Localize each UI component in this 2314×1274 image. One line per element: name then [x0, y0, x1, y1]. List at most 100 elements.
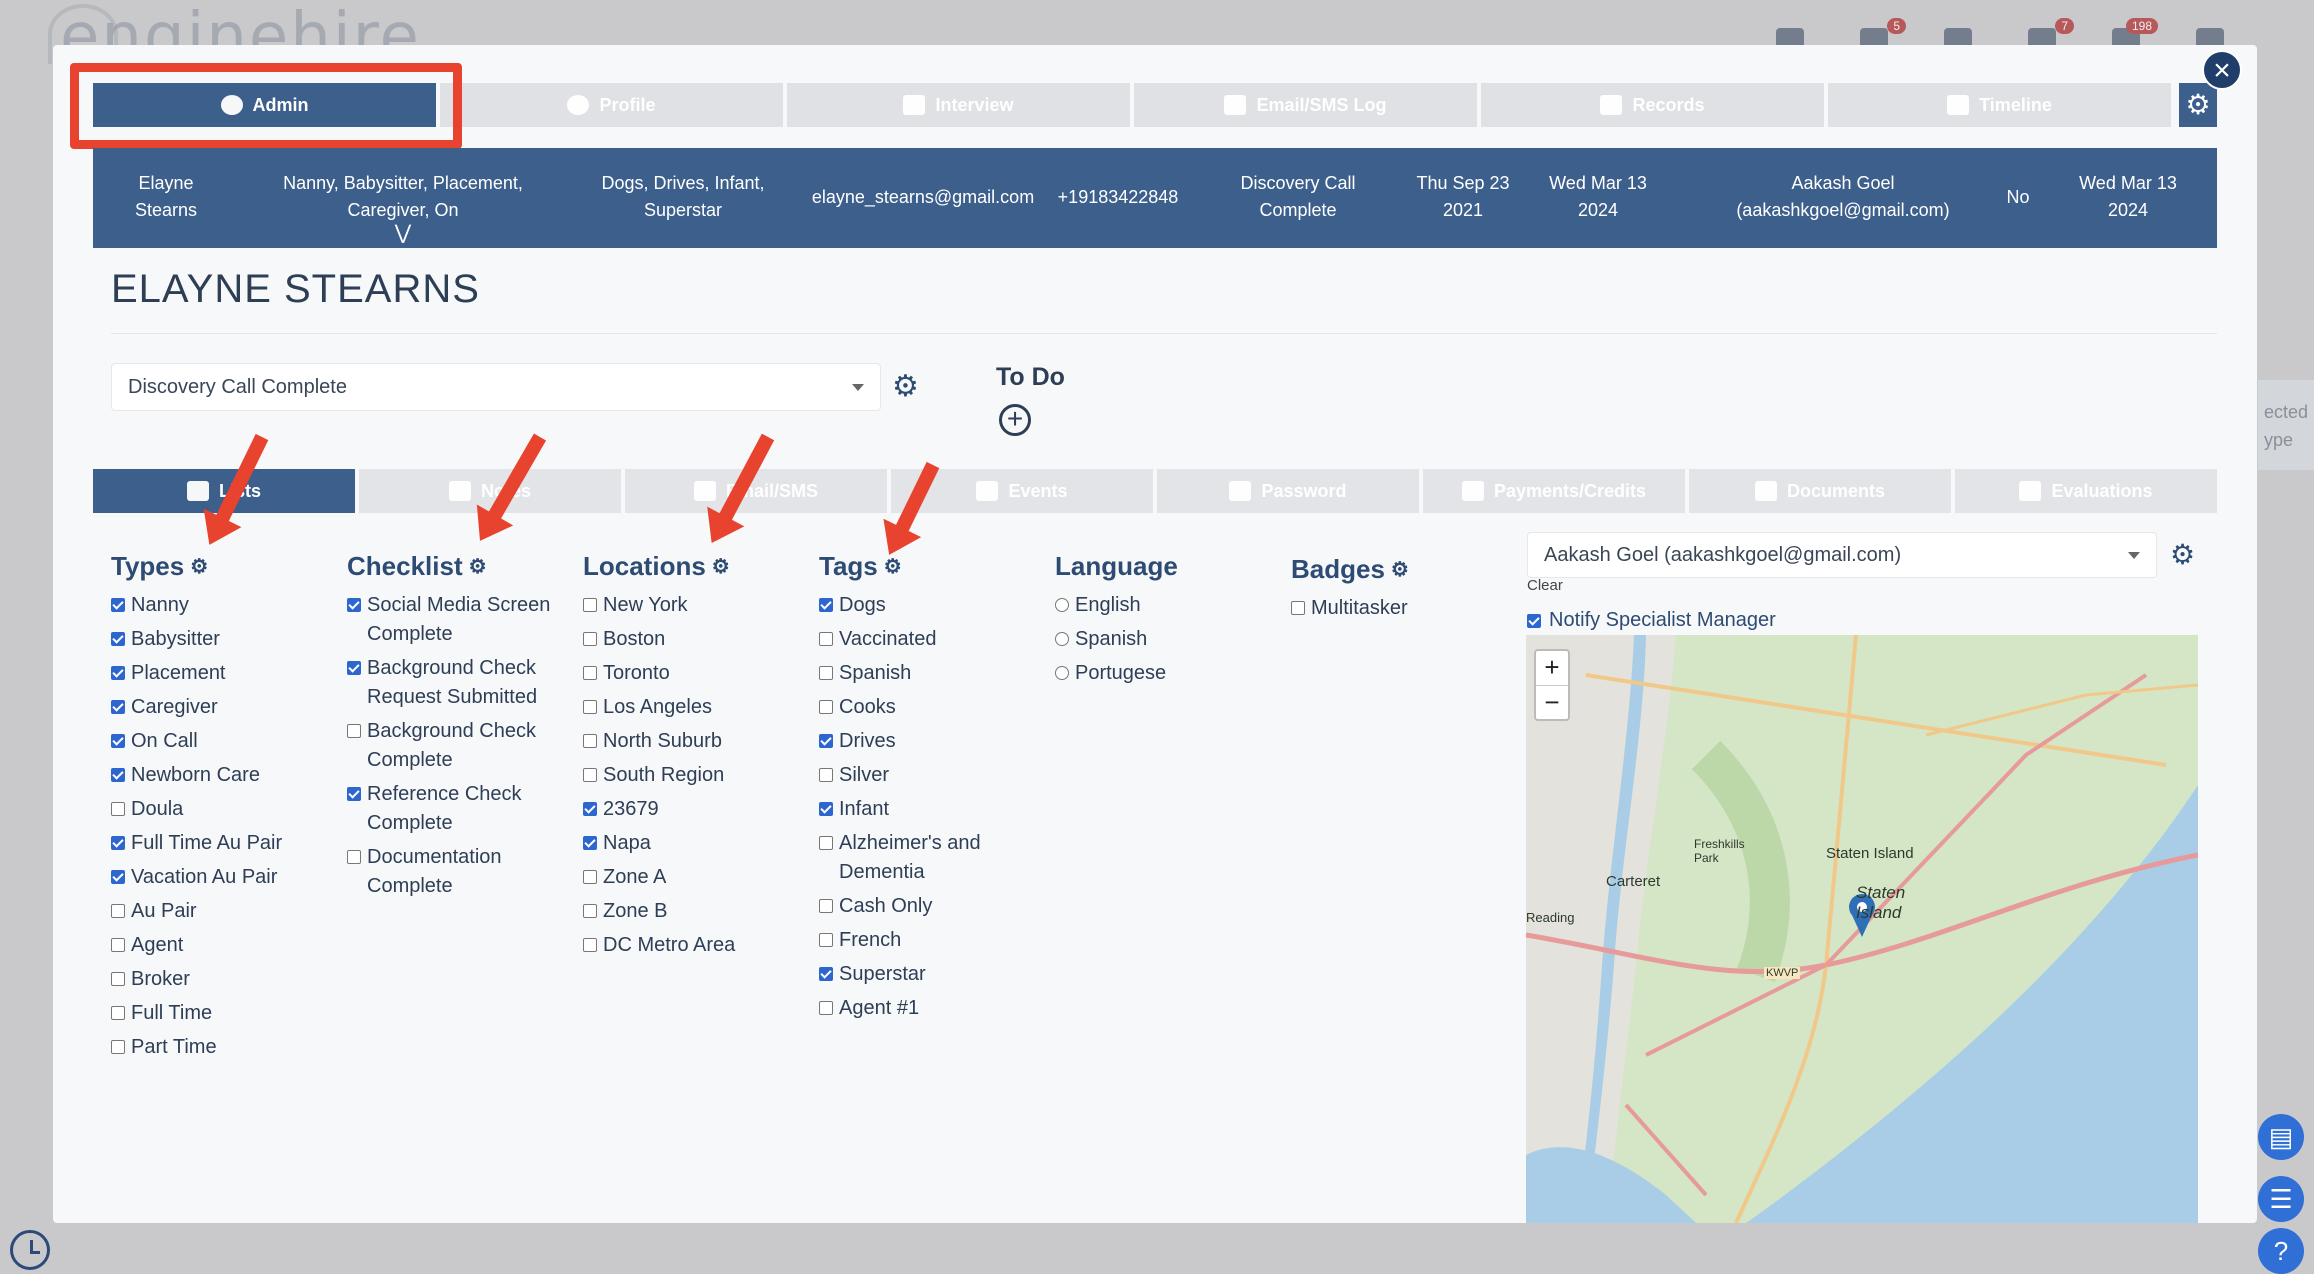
checkbox[interactable] [111, 904, 125, 918]
radio-button[interactable] [1055, 666, 1069, 680]
checkbox[interactable] [111, 598, 125, 612]
locations-item[interactable]: DC Metro Area [583, 931, 793, 960]
checkbox[interactable] [111, 802, 125, 816]
checkbox[interactable] [111, 870, 125, 884]
tags-item[interactable]: Alzheimer's and Dementia [819, 829, 1019, 887]
checkbox[interactable] [583, 734, 597, 748]
checkbox[interactable] [583, 598, 597, 612]
types-item[interactable]: Agent [111, 931, 321, 960]
tags-item[interactable]: Spanish [819, 659, 1019, 688]
types-item[interactable]: Broker [111, 965, 321, 994]
tab-interview[interactable]: Interview [787, 83, 1130, 127]
locations-item[interactable]: South Region [583, 761, 793, 790]
types-item[interactable]: Placement [111, 659, 321, 688]
language-item[interactable]: Portugese [1055, 659, 1255, 688]
checkbox[interactable] [583, 938, 597, 952]
tags-item[interactable]: Agent #1 [819, 994, 1019, 1023]
checkbox[interactable] [819, 899, 833, 913]
checkbox[interactable] [583, 802, 597, 816]
zoom-in-button[interactable]: + [1536, 651, 1568, 685]
tab-payments-credits[interactable]: Payments/Credits [1423, 469, 1685, 513]
checklist-item[interactable]: Documentation Complete [347, 843, 557, 901]
tab-notes[interactable]: Notes [359, 469, 621, 513]
tags-item[interactable]: Cash Only [819, 892, 1019, 921]
checkbox[interactable] [347, 787, 361, 801]
checkbox[interactable] [583, 768, 597, 782]
tags-item[interactable]: Silver [819, 761, 1019, 790]
tags-item[interactable]: Drives [819, 727, 1019, 756]
book-icon[interactable]: ▤ [2258, 1114, 2304, 1160]
tab-password[interactable]: Password [1157, 469, 1419, 513]
zoom-out-button[interactable]: − [1536, 685, 1568, 719]
checkbox[interactable] [347, 850, 361, 864]
types-item[interactable]: Nanny [111, 591, 321, 620]
types-item[interactable]: Caregiver [111, 693, 321, 722]
radio-button[interactable] [1055, 598, 1069, 612]
checkbox[interactable] [583, 836, 597, 850]
checkbox[interactable] [819, 734, 833, 748]
checkbox[interactable] [111, 768, 125, 782]
locations-item[interactable]: 23679 [583, 795, 793, 824]
locations-item[interactable]: Los Angeles [583, 693, 793, 722]
summary-types[interactable]: Nanny, Babysitter, Placement, Caregiver,… [268, 170, 538, 243]
checklist-item[interactable]: Social Media Screen Complete [347, 591, 557, 649]
checkbox[interactable] [111, 666, 125, 680]
badges-item[interactable]: Multitasker [1291, 594, 1491, 623]
checkbox[interactable] [819, 802, 833, 816]
checkbox[interactable] [583, 870, 597, 884]
tags-item[interactable]: Cooks [819, 693, 1019, 722]
checkbox[interactable] [111, 1006, 125, 1020]
clear-link[interactable]: Clear [1527, 577, 1563, 594]
tab-profile[interactable]: Profile [440, 83, 783, 127]
checkbox[interactable] [111, 836, 125, 850]
notify-checkbox[interactable] [1527, 613, 1541, 628]
checkbox[interactable] [1291, 601, 1305, 615]
types-item[interactable]: On Call [111, 727, 321, 756]
checklist-item[interactable]: Background Check Request Submitted [347, 654, 557, 712]
tab-settings-gear-icon[interactable]: ⚙ [2179, 83, 2217, 127]
gear-icon[interactable]: ⚙ [469, 554, 487, 579]
tab-records[interactable]: Records [1481, 83, 1824, 127]
tags-item[interactable]: Vaccinated [819, 625, 1019, 654]
tags-item[interactable]: Superstar [819, 960, 1019, 989]
checkbox[interactable] [111, 632, 125, 646]
checkbox[interactable] [583, 904, 597, 918]
checkbox[interactable] [111, 972, 125, 986]
notify-manager[interactable]: Notify Specialist Manager [1527, 609, 1776, 632]
types-item[interactable]: Vacation Au Pair [111, 863, 321, 892]
checkbox[interactable] [819, 632, 833, 646]
checkbox[interactable] [583, 666, 597, 680]
stage-gear-icon[interactable]: ⚙ [892, 369, 919, 404]
close-button[interactable]: × [2202, 50, 2242, 90]
checkbox[interactable] [111, 1040, 125, 1054]
checklist-item[interactable]: Background Check Complete [347, 717, 557, 775]
checkbox[interactable] [347, 724, 361, 738]
locations-item[interactable]: Toronto [583, 659, 793, 688]
tags-item[interactable]: French [819, 926, 1019, 955]
types-item[interactable]: Doula [111, 795, 321, 824]
language-item[interactable]: English [1055, 591, 1255, 620]
clock-icon[interactable] [10, 1230, 50, 1270]
checkbox[interactable] [819, 967, 833, 981]
checkbox[interactable] [819, 666, 833, 680]
chevron-double-down-icon[interactable]: ⋁ [268, 223, 538, 243]
locations-item[interactable]: Boston [583, 625, 793, 654]
types-item[interactable]: Au Pair [111, 897, 321, 926]
manager-select[interactable]: Aakash Goel (aakashkgoel@gmail.com) [1527, 532, 2157, 578]
types-item[interactable]: Full Time [111, 999, 321, 1028]
checkbox[interactable] [111, 700, 125, 714]
checkbox[interactable] [819, 598, 833, 612]
checkbox[interactable] [819, 700, 833, 714]
checkbox[interactable] [347, 661, 361, 675]
radio-button[interactable] [1055, 632, 1069, 646]
checkbox[interactable] [819, 933, 833, 947]
locations-item[interactable]: Zone A [583, 863, 793, 892]
locations-item[interactable]: North Suburb [583, 727, 793, 756]
tags-item[interactable]: Dogs [819, 591, 1019, 620]
manager-gear-icon[interactable]: ⚙ [2170, 538, 2195, 571]
checkbox[interactable] [819, 1001, 833, 1015]
gear-icon[interactable]: ⚙ [712, 554, 730, 579]
gear-icon[interactable]: ⚙ [1391, 557, 1409, 582]
tab-timeline[interactable]: Timeline [1828, 83, 2171, 127]
types-item[interactable]: Full Time Au Pair [111, 829, 321, 858]
